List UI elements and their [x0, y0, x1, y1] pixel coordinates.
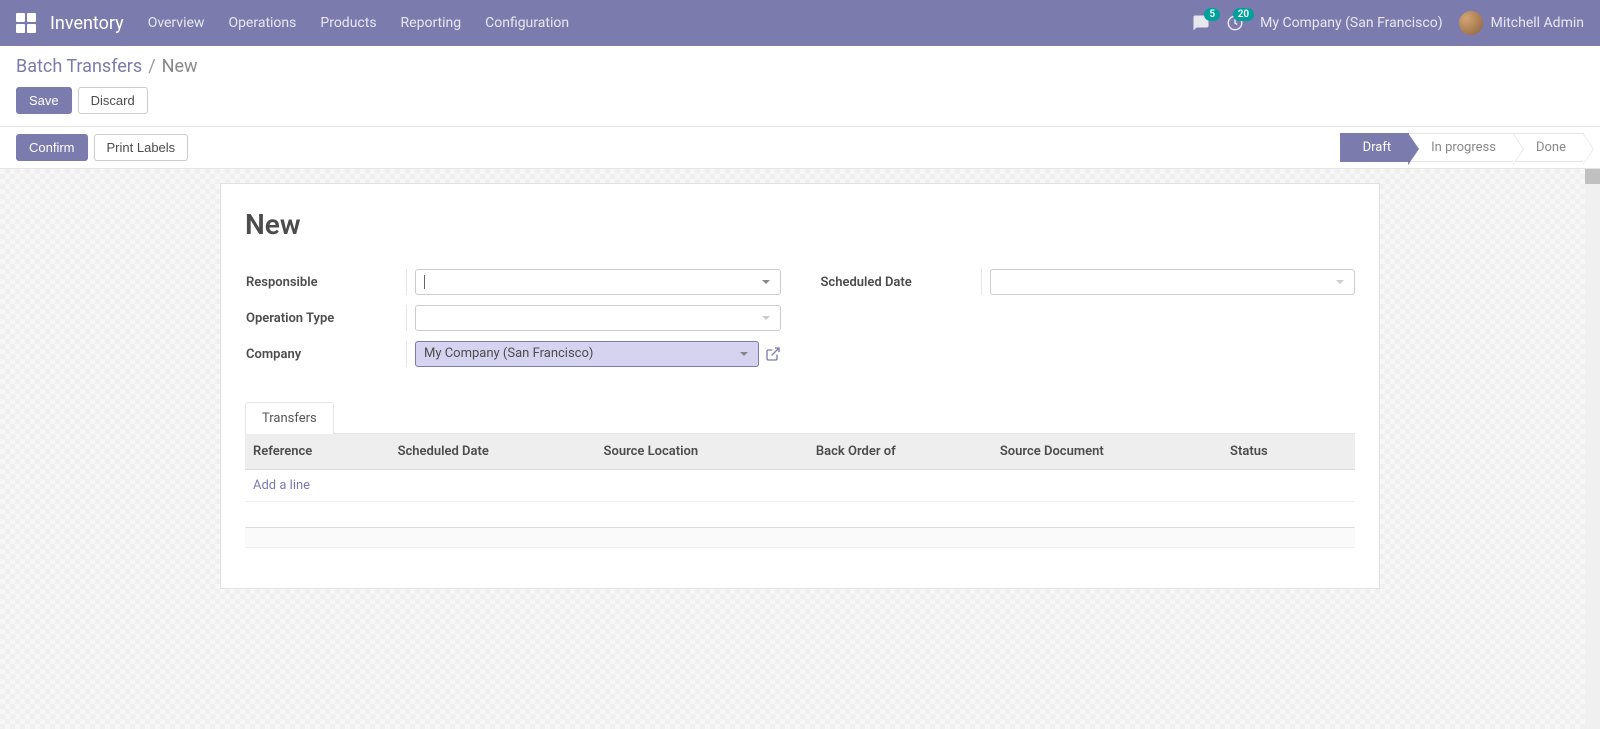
external-link-icon[interactable]: [765, 346, 781, 362]
statusbar: Draft In progress Done: [1340, 133, 1584, 162]
scrollbar[interactable]: [1585, 169, 1600, 729]
status-in-progress[interactable]: In progress: [1409, 133, 1514, 162]
operation-type-input[interactable]: [415, 305, 781, 331]
nav-products[interactable]: Products: [320, 15, 376, 31]
content-area: New Responsible Operation Type: [0, 169, 1600, 729]
responsible-label: Responsible: [246, 275, 406, 290]
col-source-document[interactable]: Source Document: [992, 434, 1222, 470]
scheduled-date-input[interactable]: [990, 269, 1356, 295]
add-line-link[interactable]: Add a line: [253, 478, 310, 493]
col-reference[interactable]: Reference: [245, 434, 390, 470]
company-label: Company: [246, 347, 406, 362]
scheduled-date-label: Scheduled Date: [821, 275, 981, 290]
transfers-table: Reference Scheduled Date Source Location…: [245, 434, 1355, 548]
company-selector[interactable]: My Company (San Francisco): [1260, 15, 1442, 31]
app-brand[interactable]: Inventory: [50, 13, 124, 34]
status-done[interactable]: Done: [1514, 133, 1584, 162]
nav-menu: Overview Operations Products Reporting C…: [148, 15, 569, 31]
nav-configuration[interactable]: Configuration: [485, 15, 569, 31]
nav-reporting[interactable]: Reporting: [401, 15, 462, 31]
save-button[interactable]: Save: [16, 87, 72, 114]
discuss-icon[interactable]: 5: [1192, 14, 1210, 32]
page-title: New: [245, 208, 1355, 241]
status-draft[interactable]: Draft: [1340, 133, 1410, 162]
discard-button[interactable]: Discard: [78, 87, 148, 114]
tabs: Transfers: [245, 401, 1355, 434]
confirm-button[interactable]: Confirm: [16, 134, 88, 161]
nav-overview[interactable]: Overview: [148, 15, 205, 31]
responsible-input[interactable]: [415, 269, 781, 295]
apps-icon[interactable]: [16, 13, 36, 33]
form-sheet: New Responsible Operation Type: [220, 183, 1380, 589]
breadcrumb-parent[interactable]: Batch Transfers: [16, 56, 142, 77]
activity-icon[interactable]: 20: [1226, 14, 1244, 32]
activity-badge: 20: [1233, 8, 1254, 21]
tab-transfers[interactable]: Transfers: [245, 402, 334, 434]
user-menu[interactable]: Mitchell Admin: [1459, 11, 1584, 35]
nav-operations[interactable]: Operations: [228, 15, 296, 31]
col-scheduled-date[interactable]: Scheduled Date: [390, 434, 596, 470]
col-source-location[interactable]: Source Location: [596, 434, 808, 470]
print-labels-button[interactable]: Print Labels: [94, 134, 189, 161]
company-input[interactable]: My Company (San Francisco): [415, 341, 759, 367]
status-row: Confirm Print Labels Draft In progress D…: [0, 127, 1600, 169]
chevron-down-icon: [762, 316, 770, 320]
breadcrumb: Batch Transfers / New: [16, 56, 1584, 77]
chevron-down-icon: [740, 352, 748, 356]
col-status[interactable]: Status: [1222, 434, 1325, 470]
discuss-badge: 5: [1204, 8, 1220, 21]
breadcrumb-sep: /: [148, 56, 155, 77]
breadcrumb-current: New: [162, 56, 198, 77]
control-panel: Batch Transfers / New Save Discard: [0, 46, 1600, 127]
operation-type-label: Operation Type: [246, 311, 406, 326]
chevron-down-icon: [762, 280, 770, 284]
chevron-down-icon: [1336, 280, 1344, 284]
avatar: [1459, 11, 1483, 35]
user-name: Mitchell Admin: [1491, 15, 1584, 31]
top-navbar: Inventory Overview Operations Products R…: [0, 0, 1600, 46]
col-back-order[interactable]: Back Order of: [808, 434, 992, 470]
